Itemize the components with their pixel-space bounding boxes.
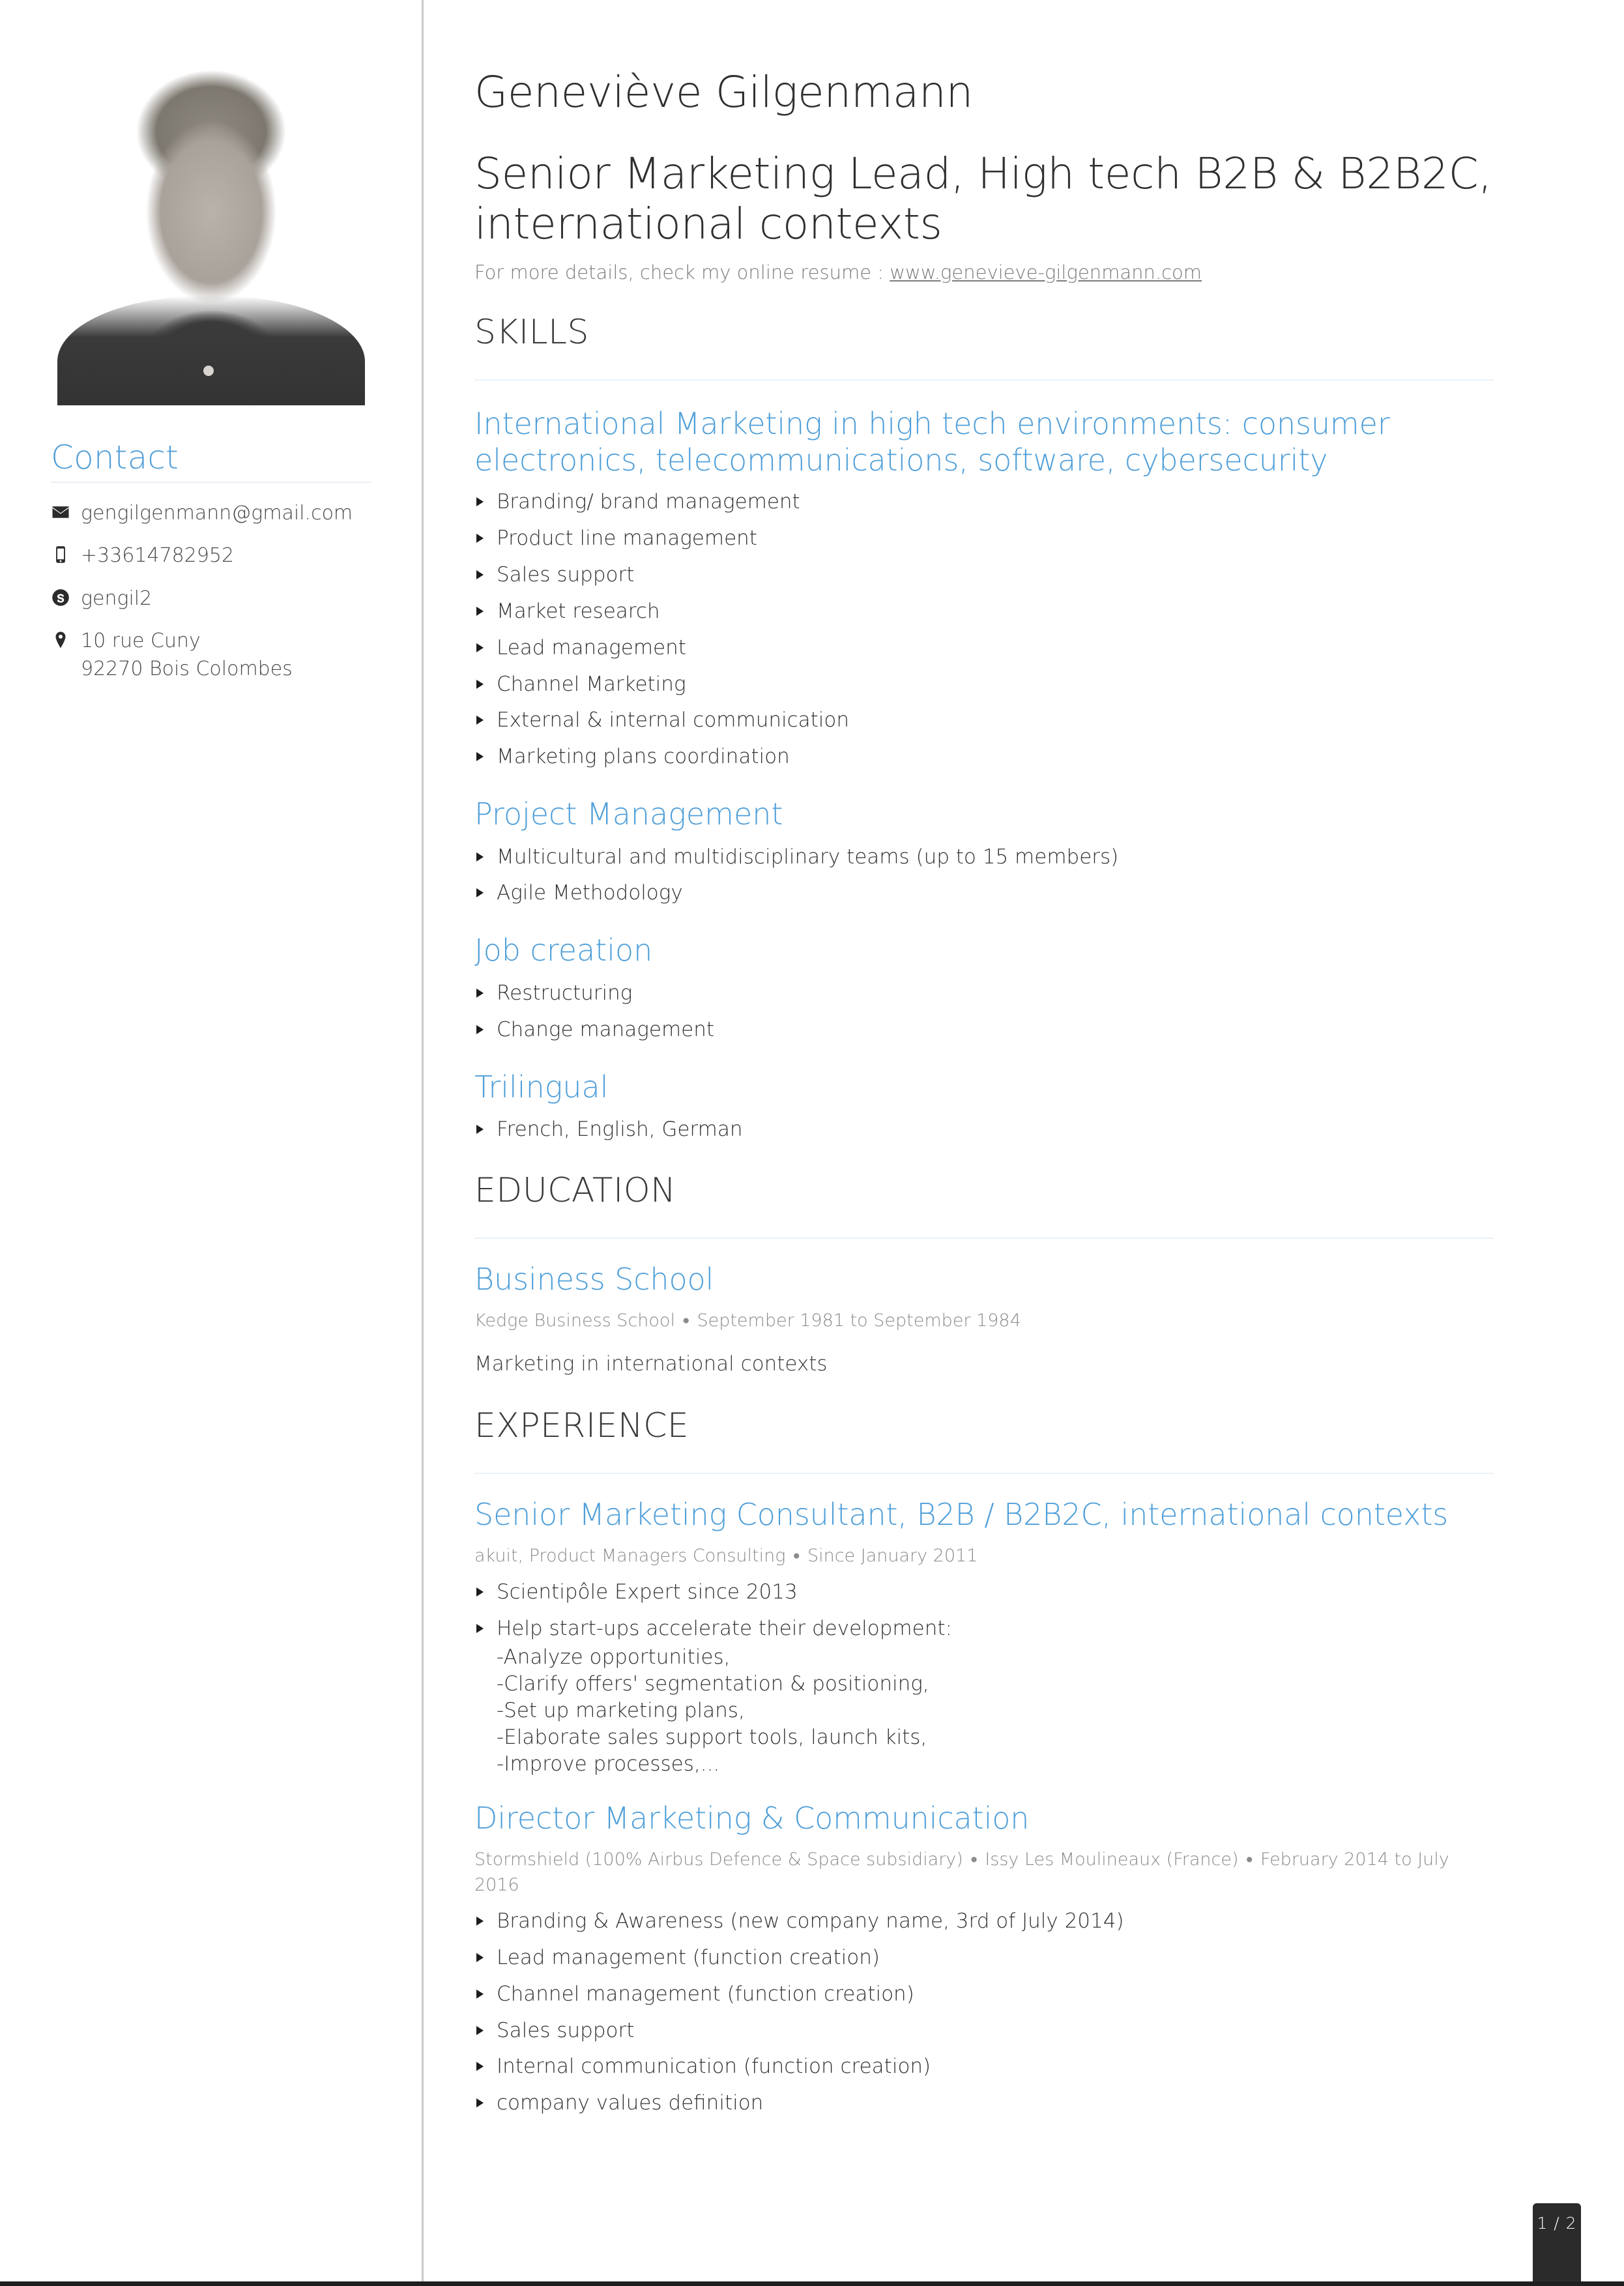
contact-item-email[interactable]: gengilgenmann@gmail.com xyxy=(51,500,371,528)
experience-entry-meta: Stormshield (100% Airbus Defence & Space… xyxy=(474,1847,1494,1898)
skills-group-title: Job creation xyxy=(474,933,653,968)
contact-item-phone[interactable]: +33614782952 xyxy=(51,542,371,570)
contact-address-value: 10 rue Cuny 92270 Bois Colombes xyxy=(81,628,371,683)
list-item: Sales support xyxy=(474,562,1494,589)
list-item: company values definition xyxy=(474,2090,1494,2117)
contact-heading-rule xyxy=(51,481,371,483)
list-item: Lead management xyxy=(474,635,1494,662)
list-item: Multicultural and multidisciplinary team… xyxy=(474,844,1494,871)
contact-skype-value: gengil2 xyxy=(81,586,152,610)
list-item: Help start-ups accelerate their developm… xyxy=(474,1615,1494,1777)
education-entry-title: Business School xyxy=(474,1262,714,1297)
skills-group-title: Trilingual xyxy=(474,1069,609,1105)
mobile-phone-icon xyxy=(51,542,81,564)
profile-headline: Senior Marketing Lead, High tech B2B & B… xyxy=(474,149,1492,250)
experience-bullets: Branding & Awareness (new company name, … xyxy=(474,1908,1494,2117)
section-skills: SKILLS International Marketing in high t… xyxy=(474,312,1494,1144)
skills-list: Restructuring Change management xyxy=(474,980,1494,1044)
sidebar: Contact gengilgenmann@gmail.com +3361478… xyxy=(0,0,422,2281)
contact-heading: Contact xyxy=(51,439,179,476)
experience-entry-title: Director Marketing & Communication xyxy=(474,1800,1030,1836)
profile-photo xyxy=(51,40,371,405)
education-institution: Kedge Business School xyxy=(474,1310,675,1331)
profile-tagline: For more details, check my online resume… xyxy=(474,260,1494,285)
skills-list: Branding/ brand management Product line … xyxy=(474,489,1494,771)
list-item: Branding & Awareness (new company name, … xyxy=(474,1908,1494,1935)
address-line-1: 10 rue Cuny xyxy=(81,629,201,653)
tagline-prefix: For more details, check my online resume… xyxy=(474,261,890,283)
meta-separator-icon: ● xyxy=(1245,1851,1254,1866)
experience-location: Issy Les Moulineaux (France) xyxy=(985,1849,1239,1870)
section-title-skills: SKILLS xyxy=(474,312,589,352)
experience-bullets: Scientipôle Expert since 2013 Help start… xyxy=(474,1579,1494,1777)
page-title: Geneviève Gilgenmann xyxy=(474,67,974,118)
contact-item-address[interactable]: 10 rue Cuny 92270 Bois Colombes xyxy=(51,628,371,683)
section-rule-skills xyxy=(474,379,1494,381)
contact-phone-value: +33614782952 xyxy=(81,544,235,568)
list-item: External & internal communication xyxy=(474,707,1494,734)
experience-entry: Director Marketing & Communication Storm… xyxy=(474,1800,1494,2117)
experience-entry: Senior Marketing Consultant, B2B / B2B2C… xyxy=(474,1496,1494,1777)
experience-company: akuit, Product Managers Consulting xyxy=(474,1546,786,1567)
section-education: EDUCATION Business School Kedge Business… xyxy=(474,1172,1494,1379)
section-title-experience: EXPERIENCE xyxy=(474,1406,689,1445)
location-pin-icon xyxy=(51,628,81,650)
bullet-text: Help start-ups accelerate their developm… xyxy=(497,1617,952,1641)
bullet-text: Scientipôle Expert since 2013 xyxy=(497,1580,798,1604)
skills-group: International Marketing in high tech env… xyxy=(474,405,1494,771)
contact-list: gengilgenmann@gmail.com +33614782952 gen… xyxy=(51,500,371,684)
list-item: Scientipôle Expert since 2013 xyxy=(474,1579,1494,1606)
section-title-education: EDUCATION xyxy=(474,1170,676,1210)
list-item: Branding/ brand management xyxy=(474,489,1494,516)
skills-group-title: International Marketing in high tech env… xyxy=(474,406,1390,478)
online-resume-link[interactable]: www.genevieve-gilgenmann.com xyxy=(890,261,1202,283)
meta-separator-icon: ● xyxy=(792,1548,800,1563)
photo-shoulders xyxy=(57,296,366,405)
section-rule-experience xyxy=(474,1473,1494,1475)
photo-collar-button xyxy=(203,366,214,377)
education-dates: September 1981 to September 1984 xyxy=(697,1310,1021,1331)
envelope-icon xyxy=(51,500,81,522)
section-rule-education xyxy=(474,1237,1494,1239)
list-item: French, English, German xyxy=(474,1116,1494,1144)
list-item: Lead management (function creation) xyxy=(474,1945,1494,1972)
skype-icon xyxy=(51,585,81,607)
resume-page: Contact gengilgenmann@gmail.com +3361478… xyxy=(0,0,1624,2286)
meta-separator-icon: ● xyxy=(970,1851,978,1866)
bullet-sublines: -Analyze opportunities, -Clarify offers'… xyxy=(497,1645,929,1776)
experience-company: Stormshield (100% Airbus Defence & Space… xyxy=(474,1849,963,1870)
list-item: Market research xyxy=(474,598,1494,626)
list-item: Change management xyxy=(474,1017,1494,1044)
section-experience: EXPERIENCE Senior Marketing Consultant, … xyxy=(474,1406,1494,2117)
list-item: Channel Marketing xyxy=(474,671,1494,699)
list-item: Restructuring xyxy=(474,980,1494,1007)
skills-group-title: Project Management xyxy=(474,796,783,832)
list-item: Product line management xyxy=(474,525,1494,553)
experience-entry-title: Senior Marketing Consultant, B2B / B2B2C… xyxy=(474,1497,1449,1533)
list-item: Agile Methodology xyxy=(474,880,1494,907)
page-indicator-badge: 1 / 2 xyxy=(1533,2203,1581,2281)
list-item: Internal communication (function creatio… xyxy=(474,2053,1494,2081)
education-entry-meta: Kedge Business School ● September 1981 to … xyxy=(474,1308,1494,1333)
skills-group: Job creation Restructuring Change manage… xyxy=(474,932,1494,1043)
experience-entry-meta: akuit, Product Managers Consulting ● Since… xyxy=(474,1543,1494,1569)
education-note: Marketing in international contexts xyxy=(474,1352,828,1376)
address-line-2: 92270 Bois Colombes xyxy=(81,657,293,680)
skills-group: Project Management Multicultural and mul… xyxy=(474,796,1494,907)
list-item: Sales support xyxy=(474,2018,1494,2045)
experience-dates: Since January 2011 xyxy=(807,1546,978,1567)
main-content: Geneviève Gilgenmann Senior Marketing Le… xyxy=(424,0,1624,2117)
skills-group: Trilingual French, English, German xyxy=(474,1069,1494,1144)
list-item: Channel management (function creation) xyxy=(474,1981,1494,2008)
meta-separator-icon: ● xyxy=(682,1313,690,1328)
skills-list: French, English, German xyxy=(474,1116,1494,1144)
contact-item-skype[interactable]: gengil2 xyxy=(51,585,371,613)
skills-list: Multicultural and multidisciplinary team… xyxy=(474,844,1494,908)
list-item: Marketing plans coordination xyxy=(474,744,1494,771)
contact-email-value: gengilgenmann@gmail.com xyxy=(81,501,353,525)
